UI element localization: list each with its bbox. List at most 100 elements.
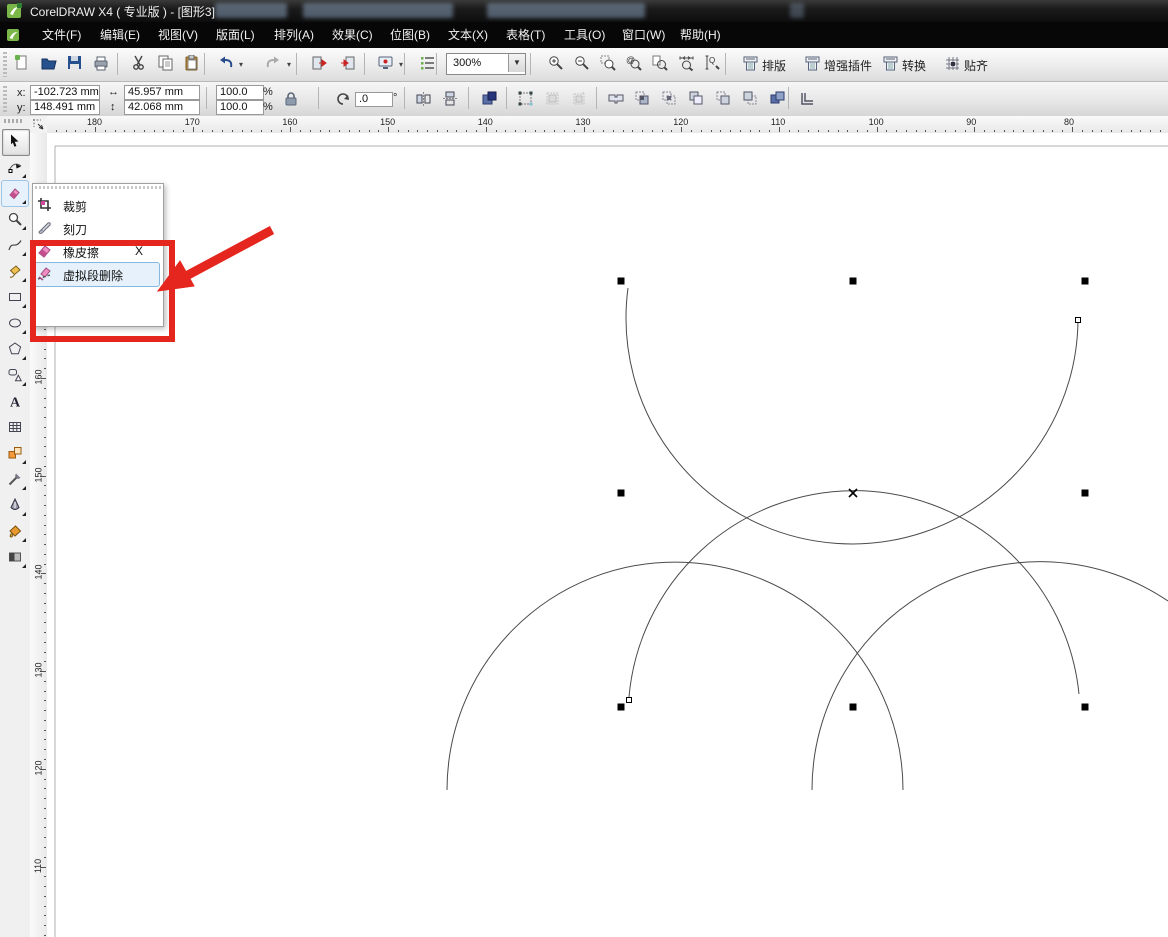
ellipse-tool[interactable] (2, 311, 28, 336)
front-minus-back-button[interactable] (712, 87, 736, 111)
redo-button[interactable] (262, 51, 286, 76)
width-field[interactable]: 45.957 mm (124, 85, 200, 100)
toolbar-grip[interactable] (3, 52, 7, 77)
rectangle-tool[interactable] (2, 285, 28, 310)
select-handles-button[interactable] (514, 87, 538, 111)
zoom-width-button[interactable] (675, 51, 699, 76)
menu-effects[interactable]: 效果(C) (324, 22, 381, 48)
zoom-out-button[interactable] (570, 51, 594, 76)
plugin-button-2[interactable]: 增强插件 (802, 51, 864, 76)
canvas[interactable] (47, 133, 1168, 937)
zoom-level-combobox[interactable]: 300% ▼ (446, 53, 526, 75)
redo-dropdown-icon[interactable]: ▾ (287, 60, 291, 69)
print-button[interactable] (89, 51, 113, 76)
interactive-blend-tool[interactable] (2, 441, 28, 466)
simplify-button[interactable] (685, 87, 709, 111)
propbar-grip[interactable] (3, 86, 7, 112)
drawing-surface[interactable] (47, 133, 1168, 937)
y-position-field[interactable]: 148.491 mm (30, 100, 100, 115)
menu-help[interactable]: 帮助(H) (672, 22, 729, 48)
interactive-fill-tool[interactable] (2, 545, 28, 570)
mirror-vertical-button[interactable] (438, 87, 462, 111)
pick-tool[interactable] (2, 129, 30, 156)
polygon-tool[interactable] (2, 337, 28, 362)
menu-table[interactable]: 表格(T) (498, 22, 553, 48)
plugin-button-1[interactable]: 排版 (740, 51, 786, 76)
save-button[interactable] (63, 51, 87, 76)
menu-view[interactable]: 视图(V) (150, 22, 206, 48)
outline-pen-tool[interactable] (2, 493, 28, 518)
scale-h-field[interactable]: 100.0 (216, 85, 264, 100)
curve-arc[interactable] (626, 288, 1078, 544)
view-options-button[interactable] (416, 51, 440, 76)
curve-arc[interactable] (812, 562, 1168, 790)
menu-file[interactable]: 文件(F) (34, 22, 89, 48)
to-front-button[interactable] (478, 87, 502, 111)
curve-end-node[interactable] (627, 698, 632, 703)
lock-ratio-icon[interactable] (283, 91, 299, 112)
flyout-item-knife[interactable]: 刻刀 (35, 217, 159, 240)
zoom-height-button[interactable]: Q (701, 51, 725, 76)
crop-eraser-tool[interactable] (2, 181, 28, 206)
app-launcher-dropdown-icon[interactable]: ▾ (399, 60, 403, 69)
menu-tools[interactable]: 工具(O) (556, 22, 613, 48)
toolbox-grip[interactable] (4, 119, 24, 123)
back-minus-front-button[interactable] (739, 87, 763, 111)
trim-button[interactable] (631, 87, 655, 111)
curve-end-node[interactable] (1076, 318, 1081, 323)
freehand-tool[interactable] (2, 233, 28, 258)
ruler-origin[interactable] (30, 116, 48, 134)
selection-handle[interactable] (618, 704, 625, 711)
menu-window[interactable]: 窗口(W) (614, 22, 673, 48)
zoom-combo-dropdown-icon[interactable]: ▼ (508, 54, 525, 72)
horizontal-ruler[interactable]: 1801701601501401301201101009080 (47, 116, 1168, 134)
rotation-angle-field[interactable]: .0 (355, 92, 393, 107)
paste-button[interactable] (180, 51, 204, 76)
new-button[interactable] (10, 51, 34, 76)
title-bar[interactable]: CorelDRAW X4 ( 专业版 ) - [图形3] (0, 0, 1168, 23)
menu-layout[interactable]: 版面(L) (208, 22, 263, 48)
menu-bitmaps[interactable]: 位图(B) (382, 22, 438, 48)
intersect-button[interactable] (658, 87, 682, 111)
selection-handle[interactable] (1082, 490, 1089, 497)
flyout-item-crop[interactable]: 裁剪 (35, 194, 159, 217)
app-launcher-button[interactable] (374, 51, 398, 76)
zoom-page-button[interactable] (648, 51, 672, 76)
menu-edit[interactable]: 编辑(E) (92, 22, 148, 48)
scale-v-field[interactable]: 100.0 (216, 100, 264, 115)
copy-button[interactable] (154, 51, 178, 76)
zoom-tool[interactable] (2, 207, 28, 232)
shape-edit-tool[interactable] (2, 155, 28, 180)
selection-handle[interactable] (618, 278, 625, 285)
selection-handle[interactable] (618, 490, 625, 497)
undo-button[interactable] (214, 51, 238, 76)
weld-button[interactable] (604, 87, 628, 111)
export-button[interactable] (336, 51, 360, 76)
zoom-selected-button[interactable] (596, 51, 620, 76)
plugin-button-4[interactable]: 贴齐 (942, 51, 986, 76)
selection-handle[interactable] (1082, 278, 1089, 285)
selection-handle[interactable] (850, 278, 857, 285)
selection-handle[interactable] (1082, 704, 1089, 711)
import-button[interactable] (308, 51, 332, 76)
plugin-button-3[interactable]: 转换 (880, 51, 926, 76)
text-tool[interactable]: A (2, 389, 28, 414)
x-position-field[interactable]: -102.723 mm (30, 85, 100, 100)
menu-arrange[interactable]: 排列(A) (266, 22, 322, 48)
height-field[interactable]: 42.068 mm (124, 100, 200, 115)
fill-tool[interactable] (2, 519, 28, 544)
cut-button[interactable] (127, 51, 151, 76)
eyedropper-tool[interactable] (2, 467, 28, 492)
combine-button[interactable] (796, 87, 820, 111)
flyout-grip[interactable] (35, 186, 161, 189)
menu-text[interactable]: 文本(X) (440, 22, 496, 48)
table-tool[interactable] (2, 415, 28, 440)
create-boundary-button[interactable] (766, 87, 790, 111)
flyout-item-virtual-segment-delete[interactable]: 虚拟段删除 (35, 263, 159, 286)
open-button[interactable] (37, 51, 61, 76)
selection-handle[interactable] (850, 704, 857, 711)
curve-arc[interactable] (447, 562, 903, 790)
flyout-item-eraser[interactable]: 橡皮擦X (35, 240, 159, 263)
zoom-all-button[interactable]: @ (622, 51, 646, 76)
smart-fill-tool[interactable] (2, 259, 28, 284)
